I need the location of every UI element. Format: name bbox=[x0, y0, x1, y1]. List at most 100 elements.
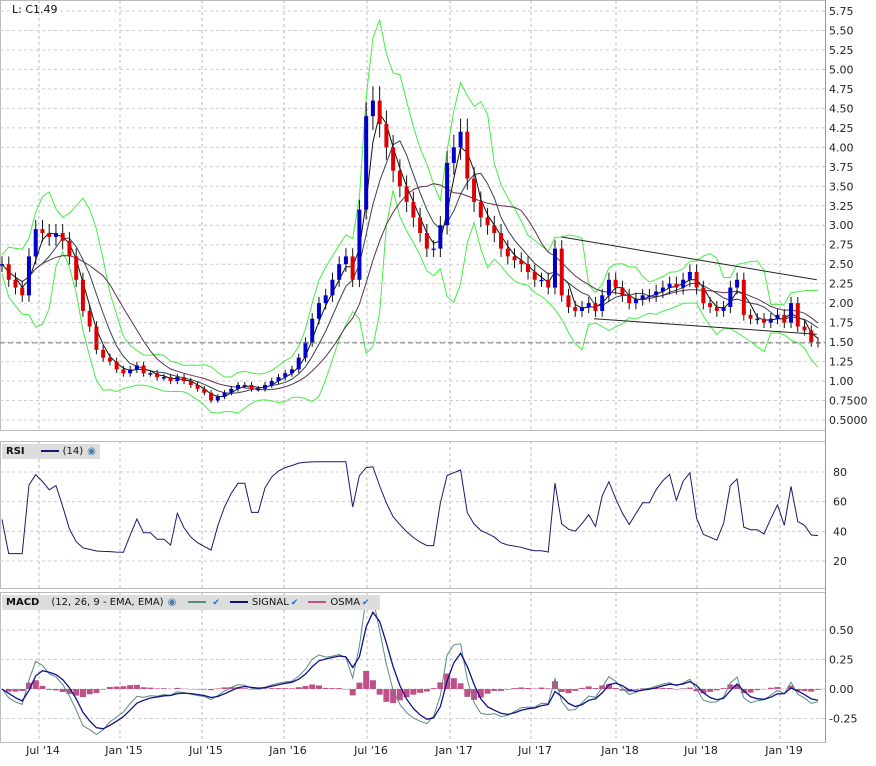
osma-bar bbox=[86, 689, 93, 695]
rsi-legend[interactable]: RSI (14) ◉ bbox=[2, 444, 100, 459]
osma-bar bbox=[754, 689, 761, 691]
candle-body bbox=[499, 233, 504, 249]
candle-body bbox=[222, 392, 227, 397]
candle-body bbox=[566, 295, 571, 308]
osma-bar bbox=[295, 687, 302, 689]
candle-body bbox=[303, 342, 308, 358]
candle-body bbox=[478, 201, 483, 218]
rsi-tick-label: 60 bbox=[833, 496, 847, 509]
osma-bar bbox=[79, 689, 86, 698]
osma-bar bbox=[498, 689, 505, 691]
candle-body bbox=[667, 283, 672, 288]
candle-body bbox=[512, 256, 517, 261]
signal-swatch bbox=[229, 601, 248, 603]
candle-body bbox=[775, 314, 780, 319]
candle-body bbox=[411, 201, 416, 218]
osma-bar bbox=[248, 689, 255, 690]
y-tick-label: 4.50 bbox=[829, 102, 854, 115]
osma-bar bbox=[578, 687, 585, 689]
y-tick-label: 5.50 bbox=[829, 24, 854, 37]
candle-body bbox=[681, 279, 686, 288]
candle-body bbox=[33, 229, 38, 257]
candle-body bbox=[768, 318, 773, 323]
macd-checkbox[interactable]: ✔ bbox=[212, 596, 220, 611]
macd-legend-params: (12, 26, 9 - EMA, EMA) bbox=[51, 597, 164, 608]
candle-body bbox=[586, 303, 591, 308]
osma-checkbox[interactable]: ✔ bbox=[362, 596, 370, 611]
y-tick-label: 1.50 bbox=[829, 336, 854, 349]
osma-bar bbox=[369, 680, 376, 689]
candle-body bbox=[80, 279, 85, 311]
y-tick-label: 2.50 bbox=[829, 258, 854, 271]
osma-bar bbox=[133, 684, 140, 689]
osma-bar bbox=[140, 687, 147, 689]
macd-tick-label: 0.25 bbox=[829, 654, 854, 667]
candle-body bbox=[195, 384, 200, 389]
rsi-legend-name: RSI bbox=[6, 446, 25, 457]
candle-body bbox=[20, 287, 25, 296]
osma-bar bbox=[46, 689, 53, 690]
osma-bar bbox=[545, 688, 552, 689]
y-tick-label: 3.25 bbox=[829, 200, 854, 213]
y-tick-label: 2.25 bbox=[829, 278, 854, 291]
osma-bar bbox=[275, 688, 282, 689]
candle-body bbox=[424, 233, 429, 249]
osma-bar bbox=[558, 689, 565, 692]
macd-legend-name: MACD bbox=[6, 597, 40, 608]
candle-body bbox=[613, 279, 618, 288]
candle-body bbox=[505, 248, 510, 257]
candle-body bbox=[802, 326, 807, 331]
osma-label: OSMA bbox=[330, 597, 361, 608]
settings-icon[interactable]: ◉ bbox=[87, 446, 96, 457]
candle-body bbox=[701, 287, 706, 304]
candle-body bbox=[256, 388, 261, 391]
candle-body bbox=[647, 295, 652, 297]
osma-bar bbox=[282, 688, 289, 689]
candle-body bbox=[175, 377, 180, 382]
osma-bar bbox=[120, 686, 127, 689]
candle-body bbox=[337, 264, 342, 280]
y-tick-label: 0.5000 bbox=[829, 414, 868, 427]
macd-legend[interactable]: MACD (12, 26, 9 - EMA, EMA) ◉ ✔ SIGNAL ✔ OSMA ✔ bbox=[2, 595, 380, 610]
osma-bar bbox=[747, 689, 754, 693]
candle-body bbox=[188, 381, 193, 385]
osma-bar bbox=[767, 687, 774, 689]
rsi-tick-label: 80 bbox=[833, 466, 847, 479]
candle-body bbox=[276, 377, 281, 382]
candle-body bbox=[128, 369, 133, 374]
candle-body bbox=[310, 318, 315, 343]
osma-bar bbox=[815, 689, 821, 690]
candle-body bbox=[215, 396, 220, 401]
candle-body bbox=[384, 123, 389, 148]
osma-bar bbox=[430, 688, 437, 689]
candle-body bbox=[620, 287, 625, 296]
x-tick-label: Jul '18 bbox=[683, 744, 718, 757]
y-tick-label: 1.75 bbox=[829, 317, 854, 330]
candle-body bbox=[755, 318, 760, 321]
candle-body bbox=[269, 381, 274, 385]
candle-body bbox=[633, 299, 638, 304]
candle-body bbox=[694, 271, 699, 288]
osma-bar bbox=[525, 688, 532, 689]
candle-body bbox=[674, 283, 679, 288]
chart-svg: Jul '14 Jan '15 Jul '15 Jan '16 Jul '16 Jan '… bbox=[0, 0, 868, 757]
candle-body bbox=[229, 388, 234, 393]
settings-icon[interactable]: ◉ bbox=[168, 597, 177, 608]
signal-checkbox[interactable]: ✔ bbox=[291, 596, 299, 611]
candle-body bbox=[316, 303, 321, 319]
candle-body bbox=[708, 303, 713, 308]
y-tick-label: 5.00 bbox=[829, 63, 854, 76]
candle-body bbox=[168, 377, 173, 382]
osma-bar bbox=[410, 689, 417, 695]
candle-body bbox=[762, 318, 767, 323]
ma-mid bbox=[1, 140, 819, 394]
candle-body bbox=[141, 365, 146, 374]
osma-bar bbox=[376, 689, 383, 695]
candle-body bbox=[721, 307, 726, 311]
candle-body bbox=[370, 100, 375, 117]
osma-bar bbox=[565, 689, 572, 694]
osma-bar bbox=[572, 689, 579, 691]
y-tick-label: 4.25 bbox=[829, 122, 854, 135]
candle-body bbox=[714, 307, 719, 311]
candle-body bbox=[67, 240, 72, 257]
